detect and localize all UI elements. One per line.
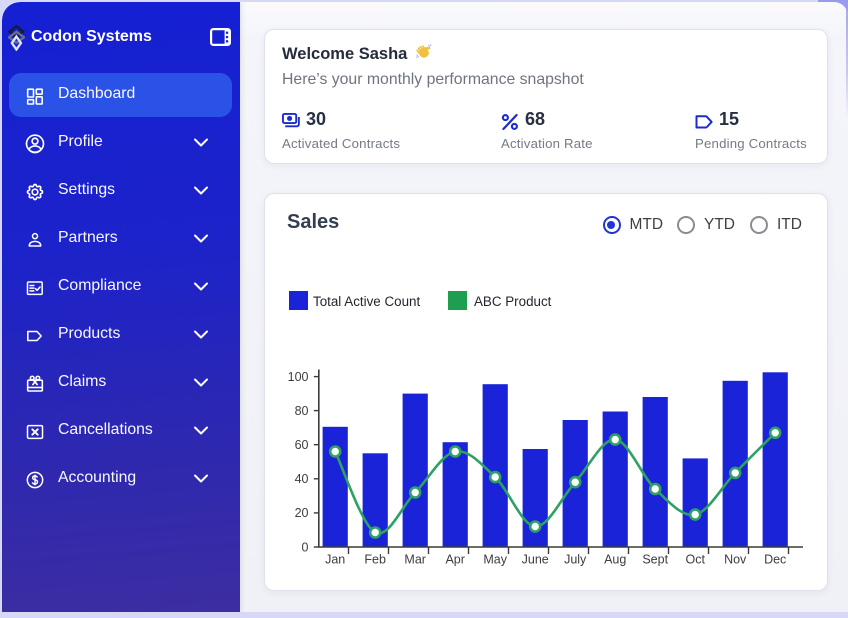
svg-text:80: 80 xyxy=(295,404,309,418)
svg-text:0: 0 xyxy=(302,540,309,554)
svg-text:Oct: Oct xyxy=(685,553,705,567)
svg-text:20: 20 xyxy=(295,506,309,520)
svg-text:June: June xyxy=(522,553,549,567)
svg-text:July: July xyxy=(564,553,587,567)
svg-text:Apr: Apr xyxy=(445,553,464,567)
svg-text:60: 60 xyxy=(295,438,309,452)
svg-text:Aug: Aug xyxy=(604,553,626,567)
svg-text:Feb: Feb xyxy=(364,553,386,567)
svg-text:Nov: Nov xyxy=(724,553,747,567)
svg-text:Jan: Jan xyxy=(325,553,345,567)
svg-text:May: May xyxy=(483,553,507,567)
svg-text:Sept: Sept xyxy=(642,553,668,567)
svg-text:Mar: Mar xyxy=(404,553,426,567)
svg-text:Dec: Dec xyxy=(764,553,786,567)
svg-text:100: 100 xyxy=(288,370,309,384)
svg-text:40: 40 xyxy=(295,472,309,486)
